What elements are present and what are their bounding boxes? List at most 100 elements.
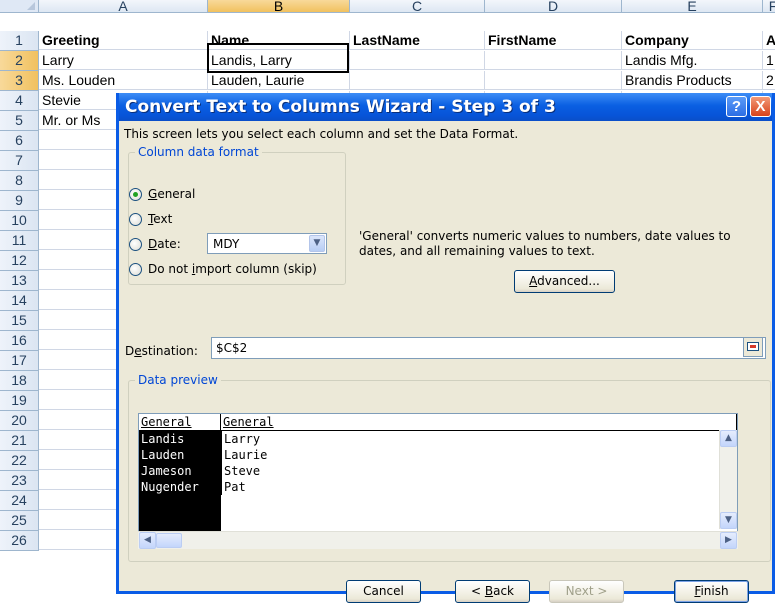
dialog-titlebar[interactable]: Convert Text to Columns Wizard - Step 3 … [119, 93, 772, 121]
collapse-dialog-icon[interactable] [743, 337, 763, 357]
general-radio-button[interactable] [129, 187, 142, 201]
row-header-8[interactable]: 8 [0, 171, 39, 191]
row-header-6[interactable]: 6 [0, 131, 39, 151]
destination-label: Destination: [125, 344, 198, 358]
cell-f3[interactable]: 2 [763, 71, 775, 90]
cell-a1[interactable]: Greeting [39, 31, 208, 50]
column-header-f[interactable]: F [763, 0, 775, 13]
row-header-14[interactable]: 14 [0, 291, 39, 311]
row-header-15[interactable]: 15 [0, 311, 39, 331]
preview-cell: Laurie [221, 447, 737, 463]
column-header-d[interactable]: D [485, 0, 622, 13]
preview-column-2[interactable]: General Larry Laurie Steve Pat [221, 414, 737, 539]
next-button[interactable]: Next > [549, 580, 624, 603]
cell-c1[interactable]: LastName [350, 31, 485, 50]
date-rest: ate: [157, 237, 181, 251]
scroll-down-icon[interactable]: ▼ [720, 512, 737, 529]
preview-column-1[interactable]: General Landis Lauden Jameson Nugender [139, 414, 221, 539]
grid-cell[interactable] [350, 51, 485, 70]
close-button[interactable]: X [750, 96, 771, 117]
data-preview-grid[interactable]: General Landis Lauden Jameson Nugender G… [138, 413, 738, 540]
row-header-18[interactable]: 18 [0, 371, 39, 391]
row-header-19[interactable]: 19 [0, 391, 39, 411]
scroll-up-icon[interactable]: ▲ [720, 430, 737, 447]
chevron-down-icon[interactable]: ▼ [309, 235, 325, 252]
back-button[interactable]: < Back [455, 580, 530, 603]
column-data-format-legend: Column data format [135, 145, 262, 159]
preview-horizontal-scrollbar[interactable]: ◀ ▶ [138, 531, 738, 549]
destination-value: $C$2 [216, 341, 248, 355]
cell-b3[interactable]: Lauden, Laurie [208, 71, 350, 90]
row-header-13[interactable]: 13 [0, 271, 39, 291]
cell-a3[interactable]: Ms. Louden [39, 71, 208, 90]
cell-f2[interactable]: 1 [763, 51, 775, 70]
skip-text-before: Do not [148, 262, 192, 276]
cell-b1[interactable]: Name [208, 31, 350, 50]
preview-vertical-scrollbar[interactable]: ▲ ▼ [719, 430, 737, 529]
cell-b2[interactable]: Landis, Larry [208, 51, 350, 70]
preview-column-2-header[interactable]: General [221, 414, 737, 431]
column-header-a[interactable]: A [39, 0, 208, 13]
row-header-22[interactable]: 22 [0, 451, 39, 471]
row-header-16[interactable]: 16 [0, 331, 39, 351]
row-header-10[interactable]: 10 [0, 211, 39, 231]
row-header-26[interactable]: 26 [0, 531, 39, 551]
select-all-corner[interactable] [0, 0, 39, 13]
row-header-2[interactable]: 2 [0, 51, 39, 71]
back-text-after: ack [493, 584, 514, 598]
text-radio-label: Text [148, 212, 172, 226]
general-radio-label: General [148, 187, 195, 201]
date-radio-option[interactable]: Date: [129, 237, 181, 251]
date-format-select[interactable]: MDY ▼ [207, 233, 327, 254]
skip-radio-option[interactable]: Do not import column (skip) [129, 262, 317, 276]
row-header-5[interactable]: 5 [0, 111, 39, 131]
dialog-title: Convert Text to Columns Wizard - Step 3 … [125, 97, 556, 117]
row-header-24[interactable]: 24 [0, 491, 39, 511]
text-radio-option[interactable]: Text [129, 212, 172, 226]
cell-a2[interactable]: Larry [39, 51, 208, 70]
grid-cell[interactable] [350, 71, 485, 90]
column-header-e[interactable]: E [622, 0, 763, 13]
row-header-4[interactable]: 4 [0, 91, 39, 111]
row-header-3[interactable]: 3 [0, 71, 39, 91]
skip-radio-button[interactable] [129, 262, 142, 276]
advanced-button[interactable]: Advanced... [514, 270, 615, 293]
preview-cell: Larry [221, 431, 737, 447]
row-header-21[interactable]: 21 [0, 431, 39, 451]
skip-text-after: mport column (skip) [195, 262, 317, 276]
general-accel-letter: G [148, 187, 158, 201]
cell-f1[interactable]: A [763, 31, 775, 50]
cell-e3[interactable]: Brandis Products [622, 71, 763, 90]
general-format-explanation: 'General' converts numeric values to num… [359, 229, 731, 258]
row-header-1[interactable]: 1 [0, 31, 39, 51]
grid-cell[interactable] [485, 51, 622, 70]
row-header-17[interactable]: 17 [0, 351, 39, 371]
destination-accel-letter: e [134, 344, 142, 358]
help-button[interactable]: ? [726, 96, 747, 117]
row-header-9[interactable]: 9 [0, 191, 39, 211]
date-radio-button[interactable] [129, 237, 142, 251]
destination-input[interactable]: $C$2 [211, 337, 766, 359]
scroll-left-icon[interactable]: ◀ [139, 532, 156, 549]
skip-radio-label: Do not import column (skip) [148, 262, 317, 276]
grid-cell[interactable] [485, 71, 622, 90]
row-header-23[interactable]: 23 [0, 471, 39, 491]
row-header-12[interactable]: 12 [0, 251, 39, 271]
row-header-11[interactable]: 11 [0, 231, 39, 251]
general-radio-option[interactable]: General [129, 187, 195, 201]
horizontal-scroll-thumb[interactable] [156, 533, 182, 548]
scroll-right-icon[interactable]: ▶ [720, 532, 737, 549]
cell-d1[interactable]: FirstName [485, 31, 622, 50]
column-header-c[interactable]: C [350, 0, 485, 13]
cell-e1[interactable]: Company [622, 31, 763, 50]
cancel-button[interactable]: Cancel [346, 580, 421, 603]
column-header-b[interactable]: B [208, 0, 350, 13]
cell-e2[interactable]: Landis Mfg. [622, 51, 763, 70]
row-header-20[interactable]: 20 [0, 411, 39, 431]
preview-column-1-header[interactable]: General [139, 414, 221, 431]
row-header-25[interactable]: 25 [0, 511, 39, 531]
preview-cell: Jameson [141, 464, 192, 478]
row-header-7[interactable]: 7 [0, 151, 39, 171]
finish-button[interactable]: Finish [674, 580, 749, 603]
text-radio-button[interactable] [129, 212, 142, 226]
